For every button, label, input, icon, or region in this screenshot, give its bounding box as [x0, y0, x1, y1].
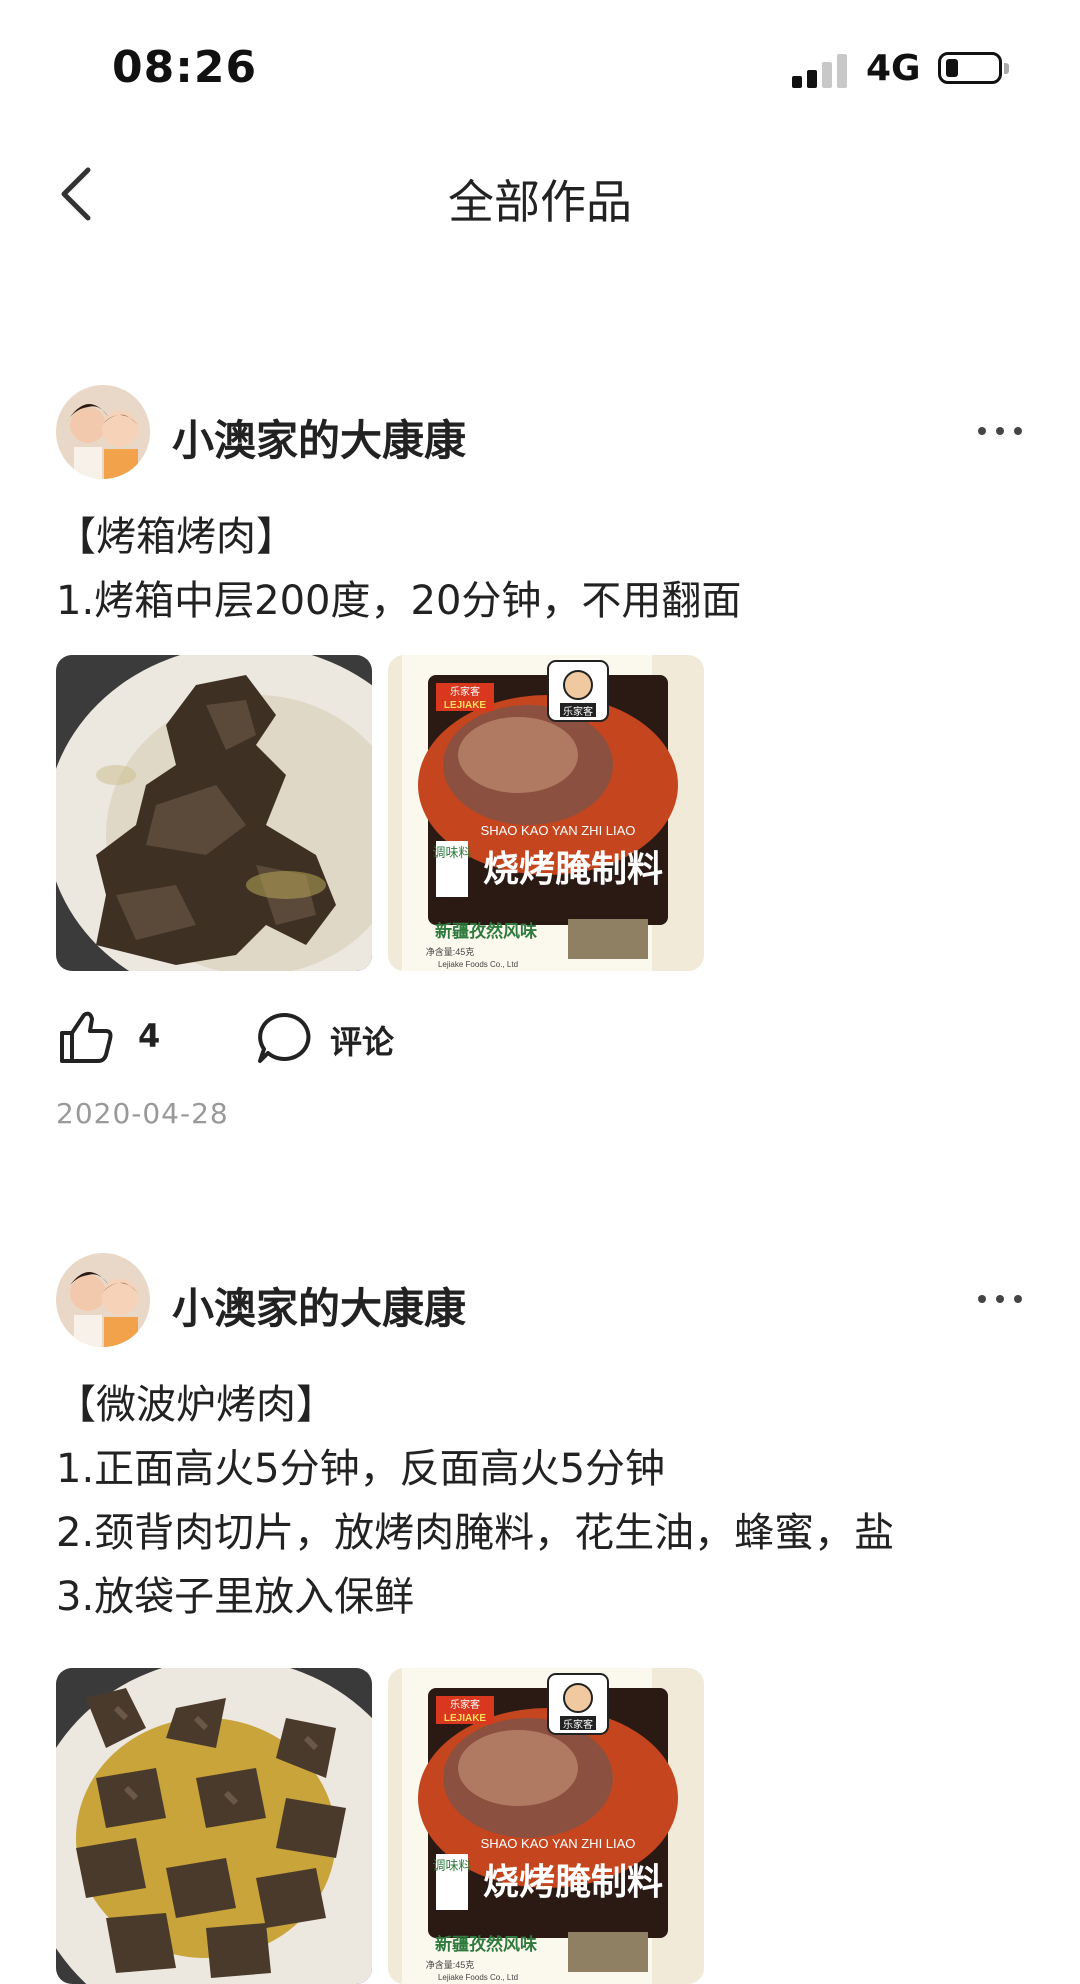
- package-flavor: 新疆孜然风味: [435, 1934, 537, 1954]
- more-options-button[interactable]: [976, 1293, 1024, 1307]
- post-text: 【微波炉烤肉】 1.正面高火5分钟，反面高火5分钟 2.颈背肉切片，放烤肉腌料，…: [56, 1373, 1036, 1629]
- post-line: 1.正面高火5分钟，反面高火5分钟: [56, 1446, 666, 1492]
- package-company: Lejiake Foods Co., Ltd: [438, 960, 518, 969]
- photo-thumbnail[interactable]: 乐家客 乐家客 LEJIAKE SHAO KAO YAN ZHI LIAO 调味…: [388, 655, 704, 971]
- package-brand: 乐家客: [563, 705, 593, 718]
- status-time: 08:26: [112, 42, 258, 93]
- post-date: 2020-04-28: [56, 1097, 229, 1130]
- package-flavor: 新疆孜然风味: [435, 921, 537, 941]
- battery-icon: [938, 52, 1009, 84]
- post-actions: 4 评论: [56, 1005, 956, 1069]
- package-net: 净含量:45克: [426, 1959, 475, 1970]
- status-bar: 08:26 4G: [0, 0, 1080, 120]
- grilled-meat-photo: [56, 655, 372, 971]
- package-pinyin: SHAO KAO YAN ZHI LIAO: [481, 823, 636, 838]
- photo-grid: 乐家客 乐家客 LEJIAKE SHAO KAO YAN ZHI LIAO 调味…: [56, 1668, 706, 1984]
- photo-grid: 乐家客 乐家客 LEJIAKE SHAO KAO YAN ZHI LIAO 调味…: [56, 655, 706, 971]
- post-line: 1.烤箱中层200度，20分钟，不用翻面: [56, 578, 742, 624]
- thumbs-up-icon: [60, 1011, 113, 1063]
- nav-bar: 全部作品: [0, 120, 1080, 260]
- username[interactable]: 小澳家的大康康: [172, 407, 466, 468]
- network-type: 4G: [866, 48, 921, 89]
- comment-bubble-icon: [258, 1012, 311, 1063]
- package-latin: LEJIAKE: [444, 1713, 487, 1724]
- page-title: 全部作品: [448, 175, 632, 229]
- comment-button[interactable]: 评论: [256, 1005, 456, 1069]
- more-options-button[interactable]: [976, 425, 1024, 439]
- photo-thumbnail[interactable]: [56, 1668, 372, 1984]
- package-name: 烧烤腌制料: [483, 848, 663, 889]
- user-avatar-icon: [56, 1253, 150, 1347]
- post-text: 【烤箱烤肉】 1.烤箱中层200度，20分钟，不用翻面: [56, 505, 1036, 633]
- post-line: 2.颈背肉切片，放烤肉腌料，花生油，蜂蜜，盐: [56, 1510, 895, 1556]
- post-line: 3.放袋子里放入保鲜: [56, 1574, 415, 1620]
- photo-thumbnail[interactable]: 乐家客 乐家客 LEJIAKE SHAO KAO YAN ZHI LIAO 调味…: [388, 1668, 704, 1984]
- seasoning-package-photo: 乐家客 乐家客 LEJIAKE SHAO KAO YAN ZHI LIAO 调味…: [388, 1668, 704, 1984]
- comment-label: 评论: [330, 1023, 395, 1061]
- package-brand: 乐家客: [563, 1718, 593, 1731]
- photo-thumbnail[interactable]: [56, 655, 372, 971]
- package-brand-small: 乐家客: [450, 685, 480, 698]
- post-line: 【微波炉烤肉】: [56, 1382, 336, 1428]
- avatar[interactable]: [56, 1253, 150, 1347]
- package-company: Lejiake Foods Co., Ltd: [438, 1973, 518, 1982]
- package-tag: 调味料: [432, 1858, 471, 1873]
- package-pinyin: SHAO KAO YAN ZHI LIAO: [481, 1836, 636, 1851]
- like-count: 4: [138, 1017, 161, 1055]
- grilled-meat-photo: [56, 1668, 372, 1984]
- package-brand-small: 乐家客: [450, 1698, 480, 1711]
- username[interactable]: 小澳家的大康康: [172, 1275, 466, 1336]
- avatar[interactable]: [56, 385, 150, 479]
- package-name: 烧烤腌制料: [483, 1861, 663, 1902]
- user-avatar-icon: [56, 385, 150, 479]
- seasoning-package-photo: 乐家客 乐家客 LEJIAKE SHAO KAO YAN ZHI LIAO 调味…: [388, 655, 704, 971]
- package-tag: 调味料: [432, 845, 471, 860]
- package-net: 净含量:45克: [426, 946, 475, 957]
- package-latin: LEJIAKE: [444, 700, 487, 711]
- post-line: 【烤箱烤肉】: [56, 514, 296, 560]
- cell-signal-icon: [792, 54, 848, 88]
